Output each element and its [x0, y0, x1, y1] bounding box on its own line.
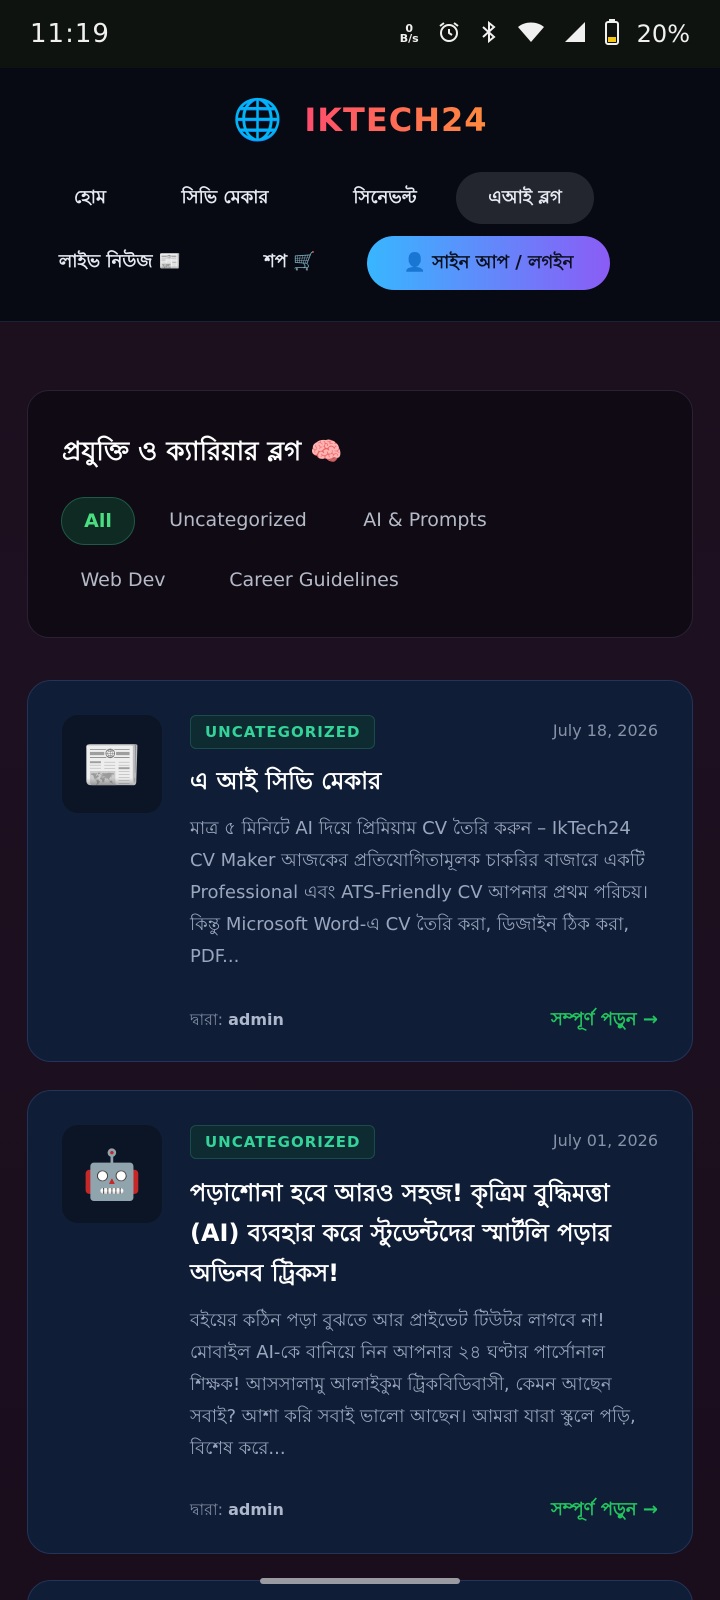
- read-more-link[interactable]: সম্পূর্ণ পড়ুন →: [551, 1495, 658, 1526]
- post-date: July 01, 2026: [552, 1131, 658, 1150]
- nav-ai-blog[interactable]: এআই ব্লগ: [456, 172, 594, 224]
- status-icons: 0 B/s 20%: [400, 19, 690, 49]
- category-chip-ai-prompts[interactable]: AI & Prompts: [350, 497, 500, 545]
- app-root: 11:19 0 B/s 20% 🌐 IKTECH24 হোম সিভি মেকা…: [0, 0, 720, 1600]
- author-name: admin: [228, 1010, 284, 1029]
- bluetooth-icon: [479, 20, 499, 48]
- network-speed-unit: B/s: [399, 32, 419, 45]
- read-more-link[interactable]: সম্পূর্ণ পড়ুন →: [551, 1005, 658, 1036]
- nav-cinevolt[interactable]: সিনেভল্ট: [320, 172, 450, 224]
- post-category-badge[interactable]: UNCATEGORIZED: [190, 1125, 376, 1159]
- status-bar: 11:19 0 B/s 20%: [0, 0, 720, 68]
- post-date: July 18, 2026: [552, 721, 658, 740]
- post-excerpt: মাত্র ৫ মিনিটে AI দিয়ে প্রিমিয়াম CV তৈ…: [190, 818, 648, 967]
- site-header: 🌐 IKTECH24 হোম সিভি মেকার সিনেভল্ট এআই ব…: [0, 68, 720, 322]
- robot-icon: 🤖: [62, 1125, 162, 1223]
- category-chip-uncategorized[interactable]: Uncategorized: [158, 497, 318, 545]
- post-card[interactable]: 📰 UNCATEGORIZED July 18, 2026 এ আই সিভি …: [27, 680, 693, 1062]
- author-name: admin: [228, 1500, 284, 1519]
- category-chip-career-guidelines[interactable]: Career Guidelines: [214, 557, 414, 605]
- post-category-badge[interactable]: UNCATEGORIZED: [190, 715, 376, 749]
- status-time: 11:19: [30, 19, 110, 49]
- post-excerpt: বইয়ের কঠিন পড়া বুঝতে আর প্রাইভেট টিউটর…: [190, 1310, 636, 1459]
- nav-live-news[interactable]: লাইভ নিউজ 📰: [40, 236, 200, 288]
- nav-shop[interactable]: শপ 🛒: [240, 236, 340, 288]
- post-card[interactable]: 🤖 UNCATEGORIZED July 01, 2026 পড়াশোনা হ…: [27, 1090, 693, 1554]
- battery-icon: [604, 19, 619, 49]
- author-prefix: দ্বারা:: [190, 1500, 223, 1519]
- author-prefix: দ্বারা:: [190, 1010, 223, 1029]
- blog-heading: প্রযুক্তি ও ক্যারিয়ার ব্লগ 🧠: [62, 437, 343, 467]
- alarm-icon: [437, 20, 461, 48]
- post-title[interactable]: এ আই সিভি মেকার: [190, 761, 660, 801]
- wifi-icon: [517, 20, 545, 48]
- brand-name: IKTECH24: [304, 101, 488, 139]
- signup-login-button[interactable]: 👤 সাইন আপ / লগইন: [367, 236, 610, 290]
- nav-cv-maker[interactable]: সিভি মেকার: [150, 172, 300, 224]
- post-title[interactable]: পড়াশোনা হবে আরও সহজ! কৃত্রিম বুদ্ধিমত্ত…: [190, 1173, 660, 1293]
- network-speed: 0 B/s: [399, 23, 419, 45]
- post-author: দ্বারা: admin: [190, 1497, 284, 1524]
- post-author: দ্বারা: admin: [190, 1007, 284, 1034]
- signal-icon: [563, 20, 587, 48]
- brand-logo[interactable]: 🌐 IKTECH24: [0, 98, 720, 142]
- nav-home[interactable]: হোম: [40, 172, 140, 224]
- battery-percent: 20%: [636, 20, 690, 48]
- category-chip-web-dev[interactable]: Web Dev: [68, 557, 178, 605]
- newspaper-icon: 📰: [62, 715, 162, 813]
- category-chip-all[interactable]: All: [61, 497, 135, 545]
- globe-icon: 🌐: [232, 97, 283, 143]
- home-indicator[interactable]: [260, 1578, 460, 1584]
- blog-category-panel: প্রযুক্তি ও ক্যারিয়ার ব্লগ 🧠 All Uncate…: [27, 390, 693, 638]
